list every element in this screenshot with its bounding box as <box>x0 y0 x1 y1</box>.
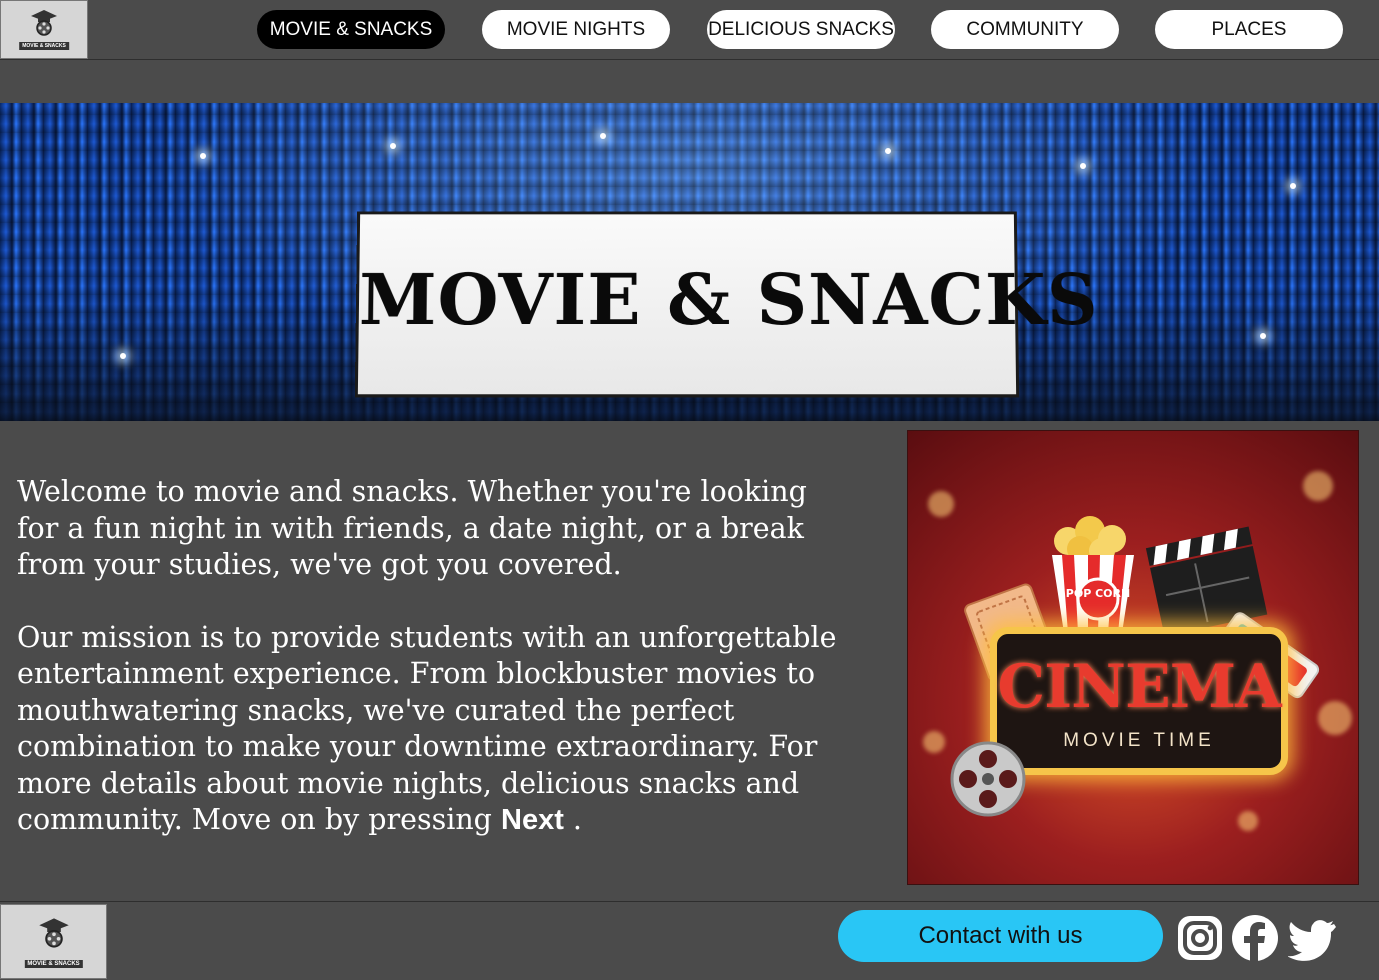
intro-text: Welcome to movie and snacks. Whether you… <box>17 474 857 875</box>
hero-light <box>600 133 606 139</box>
header-logo[interactable]: MOVIE & SNACKS <box>0 0 88 59</box>
footer <box>0 901 1379 980</box>
bokeh-light <box>1238 811 1258 831</box>
hero-title: MOVIE & SNACKS <box>358 258 1100 342</box>
film-reel-icon <box>950 741 1026 817</box>
mission-suffix: . <box>572 803 582 836</box>
facebook-icon[interactable] <box>1231 914 1279 962</box>
nav-movie-and-snacks[interactable]: MOVIE & SNACKS <box>257 10 445 49</box>
nav-delicious-snacks[interactable]: DELICIOUS SNACKS <box>707 10 895 49</box>
contact-button[interactable]: Contact with us <box>838 910 1163 962</box>
twitter-icon[interactable] <box>1288 914 1336 962</box>
next-link[interactable]: Next <box>501 804 564 836</box>
popcorn-label: POP CORN <box>1066 587 1130 600</box>
logo-graduation-reel-icon <box>31 10 57 36</box>
hero-light <box>1260 333 1266 339</box>
cinema-title: CINEMA <box>997 652 1281 722</box>
hero-banner: MOVIE & SNACKS <box>0 103 1379 421</box>
welcome-paragraph: Welcome to movie and snacks. Whether you… <box>17 475 807 581</box>
footer-logo[interactable]: MOVIE & SNACKS <box>0 904 107 979</box>
hero-light <box>885 148 891 154</box>
hero-light <box>1290 183 1296 189</box>
logo-text: MOVIE & SNACKS <box>24 960 83 968</box>
bokeh-light <box>923 731 945 753</box>
hero-light <box>390 143 396 149</box>
hero-light <box>1080 163 1086 169</box>
hero-light <box>120 353 126 359</box>
cinema-subtitle: MOVIE TIME <box>1063 730 1215 751</box>
bokeh-light <box>928 491 954 517</box>
cinema-screen: MOVIE & SNACKS <box>354 211 1100 398</box>
logo-graduation-reel-icon <box>38 918 69 948</box>
popcorn-icon: POP CORN <box>1052 516 1134 633</box>
cinema-image: POP CORN CINEMA MOVIE TIME <box>907 430 1359 885</box>
mission-paragraph: Our mission is to provide students with … <box>17 620 857 839</box>
instagram-icon[interactable] <box>1176 914 1224 962</box>
cinema-marquee-sign: CINEMA MOVIE TIME <box>990 627 1288 775</box>
bokeh-light <box>1303 471 1333 501</box>
nav-places[interactable]: PLACES <box>1155 10 1343 49</box>
mission-text: Our mission is to provide students with … <box>17 620 837 837</box>
logo-text: MOVIE & SNACKS <box>19 42 69 50</box>
bokeh-light <box>1318 701 1352 735</box>
hero-light <box>200 153 206 159</box>
nav-movie-nights[interactable]: MOVIE NIGHTS <box>482 10 670 49</box>
nav-community[interactable]: COMMUNITY <box>931 10 1119 49</box>
